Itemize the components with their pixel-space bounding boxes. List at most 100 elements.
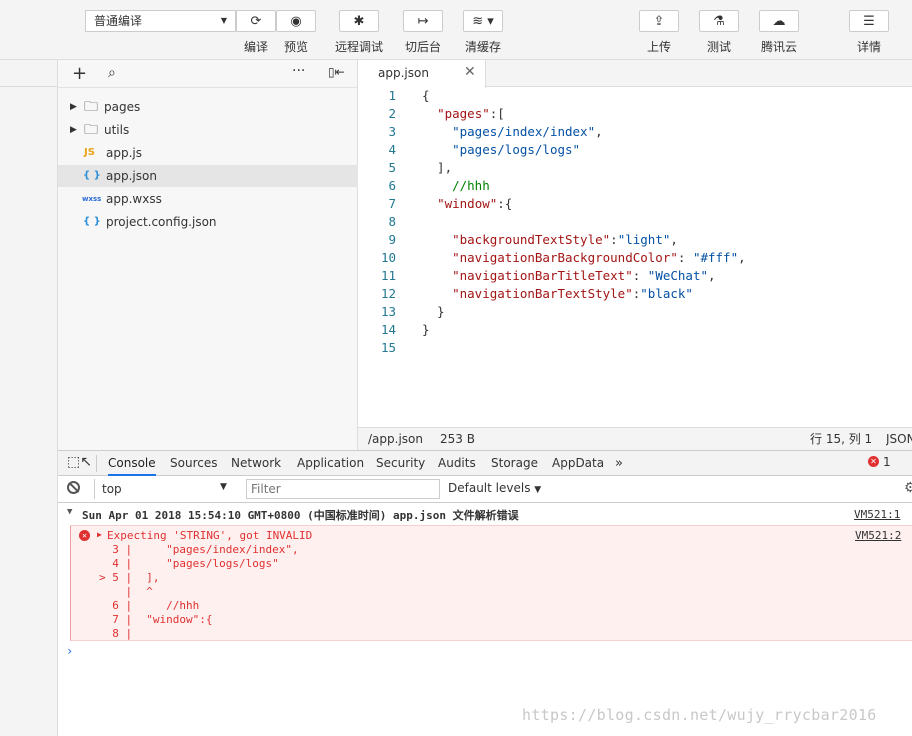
tencent-cloud-label: 腾讯云 <box>760 40 797 54</box>
inspect-element-icon[interactable]: ⬚↖ <box>67 454 92 470</box>
error-snippet-gutter: 4 | <box>99 557 133 570</box>
tab-storage[interactable]: Storage <box>491 451 538 476</box>
error-count[interactable]: 1 <box>883 455 891 469</box>
line-number: 15 <box>380 340 396 355</box>
line-number: 8 <box>388 214 396 229</box>
source-link[interactable]: VM521:2 <box>855 529 901 542</box>
tree-item-app-json[interactable]: { } app.json <box>58 165 358 187</box>
error-message-block: ✕ ▶ Expecting 'STRING', got INVALID VM52… <box>70 525 912 641</box>
json-file-icon: { } <box>83 170 101 181</box>
status-size: 253 B <box>440 432 475 446</box>
search-icon[interactable]: ⌕ <box>108 65 116 81</box>
close-icon[interactable]: ✕ <box>464 64 476 80</box>
watermark: https://blog.csdn.net/wujy_rrycbar2016 <box>522 706 877 724</box>
tab-audits[interactable]: Audits <box>438 451 476 476</box>
background-button[interactable]: ↦ <box>403 10 443 32</box>
caret-down-icon[interactable]: ▼ <box>67 507 72 517</box>
tab-console[interactable]: Console <box>108 451 156 476</box>
error-snippet-line: //hhh <box>133 599 200 612</box>
code-line[interactable]: "pages/logs/logs" <box>422 141 580 159</box>
switch-background-icon: ↦ <box>417 13 429 29</box>
compile-mode-select[interactable]: 普通编译 ▼ <box>85 10 236 32</box>
file-tree-panel: + ⌕ ··· ▯⇤ ▶ 🗀 pages ▶ 🗀 utils JS app.js… <box>58 60 358 450</box>
tab-network[interactable]: Network <box>231 451 281 476</box>
tree-item-app-js[interactable]: JS app.js <box>58 142 358 164</box>
more-tabs-icon[interactable]: » <box>615 451 623 476</box>
error-snippet-gutter: 8 | <box>99 627 133 640</box>
preview-button[interactable]: ◉ <box>276 10 316 32</box>
console-group-header[interactable]: ▼ Sun Apr 01 2018 15:54:10 GMT+0800 (中国标… <box>58 505 912 525</box>
flask-icon: ⚗ <box>713 13 725 29</box>
prompt-chevron-icon[interactable]: › <box>66 644 73 658</box>
status-language[interactable]: JSON <box>886 428 912 450</box>
details-button[interactable]: ☰ <box>849 10 889 32</box>
code-line[interactable]: "navigationBarTitleText": "WeChat", <box>422 267 715 285</box>
test-button[interactable]: ⚗ <box>699 10 739 32</box>
layers-icon: ≋ ▾ <box>472 13 494 29</box>
error-snippet-line: ], <box>133 571 160 584</box>
code-line[interactable]: } <box>422 303 445 321</box>
collapse-panel-icon[interactable]: ▯⇤ <box>328 65 345 79</box>
tree-item-pages[interactable]: ▶ 🗀 pages <box>58 96 358 118</box>
filter-input[interactable] <box>246 479 440 499</box>
tab-sources[interactable]: Sources <box>170 451 217 476</box>
upload-label: 上传 <box>646 40 671 54</box>
tab-security[interactable]: Security <box>376 451 425 476</box>
compile-mode-label: 普通编译 <box>94 14 143 28</box>
tencent-cloud-button[interactable]: ☁ <box>759 10 799 32</box>
code-line[interactable]: { <box>422 87 430 105</box>
caret-right-icon[interactable]: ▶ <box>97 530 102 539</box>
json-file-icon: { } <box>83 216 101 227</box>
error-icon[interactable]: ✕ <box>868 456 879 467</box>
tab-appdata[interactable]: AppData <box>552 451 604 476</box>
code-line[interactable]: "navigationBarTextStyle":"black" <box>422 285 693 303</box>
file-tree-header: + ⌕ ··· ▯⇤ <box>58 60 358 88</box>
line-number: 7 <box>388 196 396 211</box>
line-number: 14 <box>380 322 396 337</box>
tree-item-label: app.json <box>106 169 157 183</box>
code-line[interactable]: } <box>422 321 430 339</box>
code-line[interactable]: "window":{ <box>422 195 512 213</box>
compile-button[interactable]: ⟳ <box>236 10 276 32</box>
line-number: 4 <box>388 142 396 157</box>
chevron-down-icon: ▼ <box>534 485 542 495</box>
console-filter-bar: top ▼ Default levels ▼ ⚙ <box>58 476 912 503</box>
tree-item-utils[interactable]: ▶ 🗀 utils <box>58 119 358 141</box>
tree-item-project-config[interactable]: { } project.config.json <box>58 211 358 233</box>
line-number: 11 <box>380 268 396 283</box>
test-label: 测试 <box>706 40 731 54</box>
levels-select[interactable]: Default levels ▼ <box>448 481 541 495</box>
error-snippet-line: "window":{ <box>133 613 213 626</box>
error-snippet-gutter: | <box>99 585 133 598</box>
remote-debug-button[interactable]: ✱ <box>339 10 379 32</box>
folder-icon: 🗀 <box>84 122 98 138</box>
tab-application[interactable]: Application <box>297 451 364 476</box>
code-line[interactable]: "pages/index/index", <box>422 123 603 141</box>
error-snippet-gutter: 7 | <box>99 613 133 626</box>
tree-item-label: utils <box>104 123 130 137</box>
gear-icon[interactable]: ⚙ <box>904 480 912 496</box>
tree-item-label: app.js <box>106 146 142 160</box>
code-line[interactable]: ], <box>422 159 452 177</box>
console-output: ▼ Sun Apr 01 2018 15:54:10 GMT+0800 (中国标… <box>58 503 912 736</box>
code-line[interactable]: //hhh <box>422 177 490 195</box>
tree-item-label: pages <box>104 100 141 114</box>
error-snippet-line: "pages/logs/logs" <box>133 557 279 570</box>
tree-item-app-wxss[interactable]: wxss app.wxss <box>58 188 358 210</box>
clear-cache-button[interactable]: ≋ ▾ <box>463 10 503 32</box>
wxss-file-icon: wxss <box>82 195 102 203</box>
more-icon[interactable]: ··· <box>292 63 305 79</box>
status-cursor-position[interactable]: 行 15, 列 1 <box>810 428 872 450</box>
upload-button[interactable]: ⇪ <box>639 10 679 32</box>
source-link[interactable]: VM521:1 <box>854 508 900 521</box>
code-line[interactable]: "pages":[ <box>422 105 505 123</box>
code-line[interactable]: "navigationBarBackgroundColor": "#fff", <box>422 249 746 267</box>
tab-app-json[interactable]: app.json ✕ <box>358 60 486 88</box>
add-icon[interactable]: + <box>72 63 87 84</box>
code-line[interactable]: "backgroundTextStyle":"light", <box>422 231 678 249</box>
background-label: 切后台 <box>404 40 441 54</box>
context-select[interactable]: top ▼ <box>96 479 236 499</box>
editor-tabbar: app.json ✕ <box>358 60 912 88</box>
error-snippet-gutter: > 5 | <box>99 571 133 584</box>
chevron-down-icon: ▼ <box>220 16 227 25</box>
